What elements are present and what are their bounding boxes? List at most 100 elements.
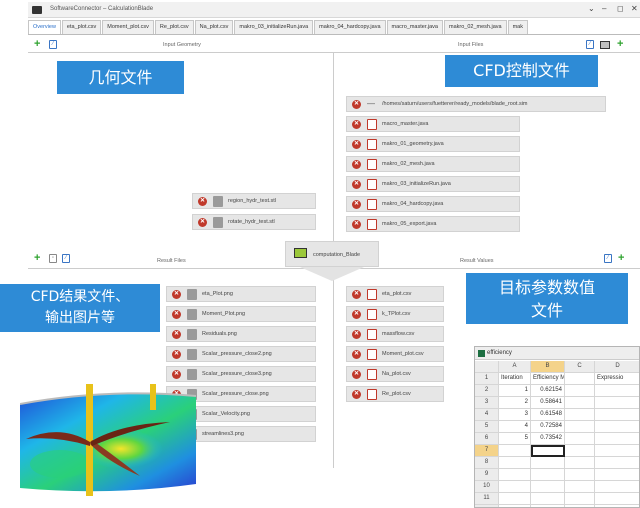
column-header[interactable]: D bbox=[595, 361, 639, 373]
sheet-cell[interactable]: 5 bbox=[499, 433, 531, 445]
sheet-cell[interactable]: 1 bbox=[499, 385, 531, 397]
delete-icon[interactable]: ✕ bbox=[352, 290, 361, 299]
tab-0[interactable]: Overview bbox=[28, 20, 61, 34]
sheet-cell[interactable] bbox=[595, 469, 639, 481]
tab-3[interactable]: Re_plot.csv bbox=[154, 20, 194, 34]
edit-result-files-icon[interactable]: ∕ bbox=[62, 254, 70, 263]
sheet-cell[interactable]: 0.61548 bbox=[531, 409, 565, 421]
sheet-cell[interactable] bbox=[531, 445, 565, 457]
sheet-cell[interactable]: 0.73542 bbox=[531, 433, 565, 445]
row-header[interactable]: 5 bbox=[475, 421, 499, 433]
add-input-file-icon[interactable]: + bbox=[617, 39, 623, 50]
computer-icon[interactable] bbox=[600, 41, 610, 49]
result-file-item[interactable]: ✕ Moment_Plot.png bbox=[166, 306, 316, 322]
tab-7[interactable]: macro_master.java bbox=[386, 20, 443, 34]
sheet-cell[interactable] bbox=[531, 457, 565, 469]
sheet-cell[interactable]: Iteration bbox=[499, 373, 531, 385]
sheet-cell[interactable]: 0.58641 bbox=[531, 397, 565, 409]
geometry-file-item[interactable]: ✕ rotate_hydr_test.stl bbox=[192, 214, 316, 230]
delete-icon[interactable]: ✕ bbox=[352, 370, 361, 379]
sheet-cell[interactable]: Expressio bbox=[595, 373, 639, 385]
sheet-cell[interactable] bbox=[595, 385, 639, 397]
sheet-cell[interactable] bbox=[531, 469, 565, 481]
delete-icon[interactable]: ✕ bbox=[352, 330, 361, 339]
sheet-cell[interactable] bbox=[499, 481, 531, 493]
sheet-cell[interactable] bbox=[531, 493, 565, 505]
sheet-cell[interactable] bbox=[565, 373, 595, 385]
add-result-file-icon[interactable]: + bbox=[34, 253, 40, 264]
delete-icon[interactable]: ✕ bbox=[352, 220, 361, 229]
sheet-cell[interactable] bbox=[595, 457, 639, 469]
sheet-cell[interactable] bbox=[565, 409, 595, 421]
row-header[interactable]: 2 bbox=[475, 385, 499, 397]
result-value-item[interactable]: ✕ eta_plot.csv bbox=[346, 286, 444, 302]
sheet-cell[interactable] bbox=[499, 457, 531, 469]
delete-icon[interactable]: ✕ bbox=[172, 310, 181, 319]
row-header[interactable]: 11 bbox=[475, 493, 499, 505]
sheet-cell[interactable] bbox=[565, 433, 595, 445]
sheet-cell[interactable] bbox=[565, 457, 595, 469]
sheet-cell[interactable] bbox=[565, 481, 595, 493]
add-geometry-icon[interactable]: + bbox=[34, 39, 40, 50]
corner-cell[interactable] bbox=[475, 361, 499, 373]
delete-icon[interactable]: ✕ bbox=[352, 310, 361, 319]
result-value-item[interactable]: ✕ Re_plot.csv bbox=[346, 386, 444, 402]
delete-icon[interactable]: ✕ bbox=[198, 218, 207, 227]
sheet-cell[interactable] bbox=[499, 469, 531, 481]
delete-icon[interactable]: ✕ bbox=[352, 390, 361, 399]
close-icon[interactable]: ✕ bbox=[631, 4, 638, 13]
add-result-value-icon[interactable]: + bbox=[618, 253, 624, 264]
geometry-file-item[interactable]: ✕ region_hydr_test.stl bbox=[192, 193, 316, 209]
input-file-item[interactable]: ✕ — /homes/saturn/users/fuetterer/ready_mo… bbox=[346, 96, 606, 112]
sheet-cell[interactable] bbox=[565, 445, 595, 457]
sheet-cell[interactable] bbox=[565, 493, 595, 505]
delete-icon[interactable]: ✕ bbox=[352, 350, 361, 359]
menu-chevron-icon[interactable]: ⌄ bbox=[588, 4, 595, 13]
sheet-cell[interactable]: Efficiency Monitor: Efficiency Monitor bbox=[531, 373, 565, 385]
row-header[interactable]: 6 bbox=[475, 433, 499, 445]
delete-icon[interactable]: ✕ bbox=[198, 197, 207, 206]
result-file-item[interactable]: ✕ Scalar_pressure_close3.png bbox=[166, 366, 316, 382]
delete-icon[interactable]: ✕ bbox=[352, 180, 361, 189]
result-file-item[interactable]: ✕ Scalar_pressure_close2.png bbox=[166, 346, 316, 362]
sheet-cell[interactable] bbox=[565, 397, 595, 409]
row-header[interactable]: 8 bbox=[475, 457, 499, 469]
result-value-item[interactable]: ✕ k_TPlot.csv bbox=[346, 306, 444, 322]
row-header[interactable]: 3 bbox=[475, 397, 499, 409]
delete-icon[interactable]: ✕ bbox=[172, 370, 181, 379]
tab-1[interactable]: eta_plot.csv bbox=[61, 20, 102, 34]
input-file-item[interactable]: ✕ makro_03_initializeRun.java bbox=[346, 176, 520, 192]
input-file-item[interactable]: ✕ makro_05_export.java bbox=[346, 216, 520, 232]
sheet-cell[interactable] bbox=[595, 409, 639, 421]
row-header[interactable]: 9 bbox=[475, 469, 499, 481]
sheet-cell[interactable]: 4 bbox=[499, 421, 531, 433]
result-file-item[interactable]: ✕ eta_Plot.png bbox=[166, 286, 316, 302]
row-header[interactable]: 7 bbox=[475, 445, 499, 457]
sheet-cell[interactable] bbox=[565, 385, 595, 397]
sheet-cell[interactable]: 0.72584 bbox=[531, 421, 565, 433]
tab-5[interactable]: makro_03_initializeRun.java bbox=[234, 20, 314, 34]
row-header[interactable]: 1 bbox=[475, 373, 499, 385]
sheet-cell[interactable] bbox=[595, 481, 639, 493]
tab-2[interactable]: Moment_plot.csv bbox=[102, 20, 154, 34]
sheet-cell[interactable] bbox=[595, 445, 639, 457]
sheet-cell[interactable]: 0.62154 bbox=[531, 385, 565, 397]
sheet-cell[interactable] bbox=[499, 445, 531, 457]
delete-icon[interactable]: ✕ bbox=[352, 100, 361, 109]
tab-9[interactable]: mak bbox=[507, 20, 528, 34]
sheet-cell[interactable] bbox=[565, 421, 595, 433]
result-value-item[interactable]: ✕ Moment_plot.csv bbox=[346, 346, 444, 362]
input-file-item[interactable]: ✕ makro_01_geometry.java bbox=[346, 136, 520, 152]
tab-6[interactable]: makro_04_hardcopy.java bbox=[314, 20, 386, 34]
sheet-cell[interactable] bbox=[565, 469, 595, 481]
delete-icon[interactable]: ✕ bbox=[172, 290, 181, 299]
input-file-item[interactable]: ✕ makro_02_mesh.java bbox=[346, 156, 520, 172]
delete-icon[interactable]: ✕ bbox=[352, 140, 361, 149]
result-file-item[interactable]: ✕ Residuals.png bbox=[166, 326, 316, 342]
sheet-cell[interactable] bbox=[531, 481, 565, 493]
sheet-cell[interactable]: 3 bbox=[499, 409, 531, 421]
delete-icon[interactable]: ✕ bbox=[172, 350, 181, 359]
computation-node[interactable]: computation_Blade bbox=[285, 241, 379, 267]
sheet-cell[interactable] bbox=[595, 433, 639, 445]
result-value-item[interactable]: ✕ Na_plot.csv bbox=[346, 366, 444, 382]
